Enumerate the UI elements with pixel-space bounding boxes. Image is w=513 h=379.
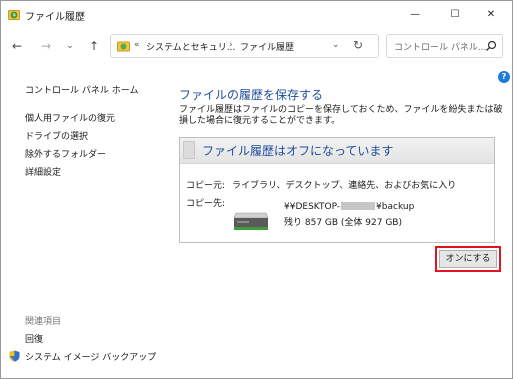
address-dropdown-icon[interactable]: ⌄	[332, 40, 340, 50]
search-icon[interactable]	[485, 40, 497, 52]
file-history-icon	[8, 10, 20, 20]
recent-locations-button[interactable]: ⌄	[62, 38, 78, 54]
address-bar[interactable]: « システムとセキュリ... › ファイル履歴 ⌄ ↻	[110, 34, 379, 58]
maximize-icon: ☐	[450, 8, 460, 20]
title-bar: ファイル履歴 — ☐ ✕	[1, 1, 512, 29]
copy-from-value: ライブラリ、デスクトップ、連絡先、およびお気に入り	[232, 181, 457, 191]
forward-arrow-icon: →	[40, 39, 52, 53]
breadcrumb-system-security[interactable]: システムとセキュリ...	[146, 40, 235, 53]
status-header: ファイル履歴はオフになっています	[180, 138, 494, 164]
status-heading: ファイル履歴はオフになっています	[202, 144, 394, 158]
external-drive-icon	[233, 212, 269, 230]
status-panel: ファイル履歴はオフになっています コピー元: ライブラリ、デスクトップ、連絡先、…	[179, 137, 495, 243]
back-arrow-icon: ←	[11, 39, 23, 53]
forward-button[interactable]: →	[38, 38, 54, 54]
breadcrumb-file-history[interactable]: ファイル履歴	[240, 40, 294, 53]
advanced-settings-link[interactable]: 詳細設定	[25, 165, 61, 178]
exclude-folders-link[interactable]: 除外するフォルダー	[25, 147, 106, 160]
control-panel-home-link[interactable]: コントロール パネル ホーム	[25, 83, 138, 96]
file-history-window: ファイル履歴 — ☐ ✕ ← → ⌄ ↑ « システムとセキュリ... › ファ…	[0, 0, 513, 379]
minimize-icon: —	[410, 8, 420, 20]
search-input[interactable]: コントロール パネル...	[394, 40, 486, 53]
see-also-heading: 関連項目	[25, 317, 62, 327]
close-icon: ✕	[486, 8, 496, 20]
breadcrumb-separator-icon: ›	[229, 40, 233, 50]
system-image-backup-link[interactable]: システム イメージ バックアップ	[25, 350, 156, 363]
copy-to-label: コピー先:	[186, 199, 226, 209]
drive-path: ¥¥DESKTOP- ¥backup	[284, 202, 415, 212]
turn-on-highlight: オンにする	[435, 246, 501, 272]
redacted-name	[341, 202, 376, 210]
search-box[interactable]: コントロール パネル...	[386, 34, 503, 58]
control-panel-icon	[117, 41, 130, 52]
uac-shield-icon	[9, 350, 20, 362]
back-button[interactable]: ←	[9, 38, 25, 54]
copy-from-label: コピー元:	[186, 181, 226, 191]
select-drive-link[interactable]: ドライブの選択	[25, 129, 88, 142]
drive-space: 残り 857 GB (全体 927 GB)	[284, 218, 402, 228]
page-description: ファイル履歴はファイルのコピーを保存しておくため、ファイルを紛失または破損した場…	[179, 105, 503, 126]
chevron-down-icon: ⌄	[66, 41, 74, 51]
recovery-link[interactable]: 回復	[25, 332, 43, 345]
minimize-button[interactable]: —	[395, 1, 435, 27]
window-title: ファイル履歴	[25, 12, 85, 23]
maximize-button[interactable]: ☐	[435, 1, 475, 27]
address-overflow-icon[interactable]: «	[134, 40, 140, 50]
help-icon[interactable]: ?	[498, 71, 510, 83]
restore-personal-files-link[interactable]: 個人用ファイルの復元	[25, 111, 115, 124]
up-button[interactable]: ↑	[86, 38, 102, 54]
turn-on-button[interactable]: オンにする	[439, 250, 497, 268]
page-title: ファイルの履歴を保存する	[179, 88, 324, 102]
navigation-bar: ← → ⌄ ↑ « システムとセキュリ... › ファイル履歴 ⌄ ↻ コントロ…	[1, 29, 512, 65]
status-header-accent	[183, 141, 195, 159]
left-pane: コントロール パネル ホーム 個人用ファイルの復元 ドライブの選択 除外するフォ…	[1, 65, 166, 378]
refresh-icon[interactable]: ↻	[353, 38, 363, 52]
close-button[interactable]: ✕	[471, 1, 511, 27]
up-arrow-icon: ↑	[88, 39, 100, 53]
